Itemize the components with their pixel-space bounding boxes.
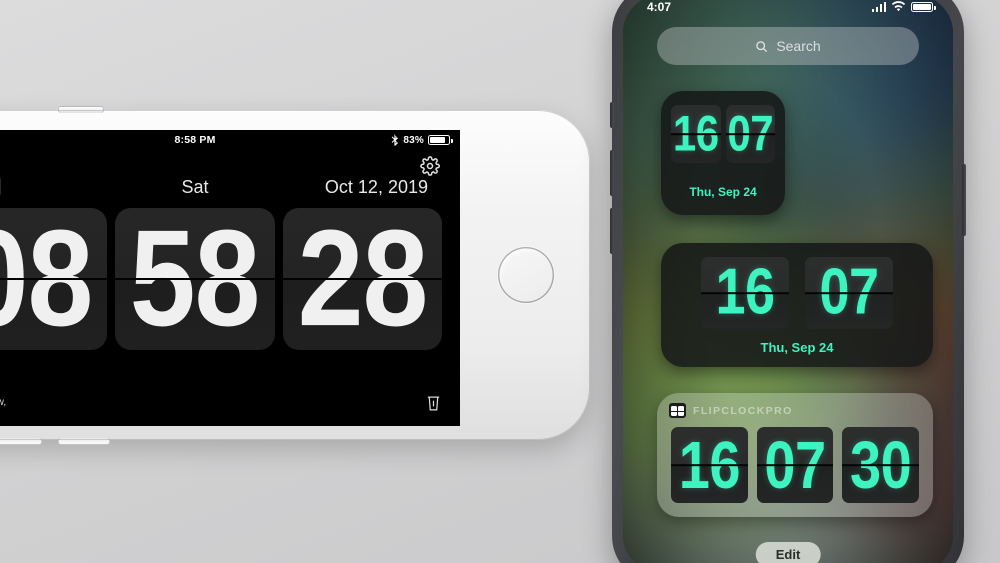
tile-hinge-line [0, 278, 108, 280]
mute-switch[interactable] [610, 102, 614, 128]
home-button[interactable] [498, 247, 554, 303]
flip-clock-app-screen: 8:58 PM 83% PM Sat Oct 12, 2019 [0, 130, 460, 426]
speaker-slot [58, 106, 104, 113]
search-input[interactable]: Search [657, 27, 919, 65]
medium-widget-date: Thu, Sep 24 [760, 340, 834, 355]
app-bottom-bar: Tomorrow, 8:30 AM [0, 384, 460, 426]
search-icon [756, 40, 768, 52]
small-widget-date: Thu, Sep 24 [689, 185, 757, 199]
tile-hinge-line [842, 464, 920, 466]
device-bottom-slot-3 [58, 438, 110, 445]
widget-small-flipclock[interactable]: 16 07 Thu, Sep 24 [661, 91, 785, 215]
large-widget-header: 00 FLIPCLOCKPRO [669, 403, 793, 418]
battery-full-icon [911, 1, 936, 12]
status-bar-right [871, 1, 936, 12]
tile-hinge-line [671, 133, 721, 135]
trash-icon [427, 396, 440, 411]
bluetooth-icon [392, 134, 399, 146]
widget-large-flipclock[interactable]: 00 FLIPCLOCKPRO 16 07 30 [657, 393, 933, 517]
flip-tile-hours[interactable]: 08 [0, 208, 108, 350]
wifi-icon [891, 1, 906, 12]
edit-button[interactable]: Edit [755, 542, 821, 563]
alarm-line-2: 8:30 AM [0, 409, 6, 421]
tile-hinge-line [671, 464, 748, 466]
flip-tile-minutes: 07 [805, 257, 893, 329]
tile-hinge-line [756, 464, 834, 466]
status-bar-time: 4:07 [647, 0, 672, 14]
search-placeholder: Search [776, 38, 821, 54]
gear-icon [420, 156, 440, 176]
clock-label-row: PM Sat Oct 12, 2019 [0, 176, 460, 202]
small-widget-clock: 16 07 [671, 105, 775, 163]
delete-alarm-button[interactable] [425, 394, 442, 418]
flip-tile-seconds: 30 [842, 427, 920, 503]
flip-tile-minutes: 07 [725, 105, 775, 163]
tile-hinge-line [805, 292, 893, 294]
flip-tile-hours: 16 [671, 427, 748, 503]
large-widget-clock: 16 07 30 [671, 427, 920, 503]
date-label: Oct 12, 2019 [324, 177, 428, 197]
flipclockpro-app-icon: 00 [669, 403, 686, 418]
cellular-signal-icon [871, 1, 886, 12]
flip-tile-minutes: 07 [756, 427, 834, 503]
battery-percent-label: 83% [403, 134, 424, 146]
medium-widget-clock: 16 07 [701, 257, 893, 329]
home-screen: 4:07 Search 16 07 Thu, Sep 24 16 07 Thu,… [623, 0, 953, 563]
tile-hinge-line [701, 292, 789, 294]
volume-down-button[interactable] [610, 208, 614, 254]
flip-tile-seconds[interactable]: 28 [282, 208, 442, 350]
flip-tile-hours: 16 [701, 257, 789, 329]
tile-hinge-line [282, 278, 442, 280]
tile-hinge-line [725, 133, 775, 135]
app-name-label: FLIPCLOCKPRO [693, 404, 793, 417]
iphone-status-bar: 4:07 [623, 0, 953, 21]
dark-iphone-device: 4:07 Search 16 07 Thu, Sep 24 16 07 Thu,… [610, 0, 966, 563]
ios-status-bar: 8:58 PM 83% [0, 130, 460, 150]
widget-medium-flipclock[interactable]: 16 07 Thu, Sep 24 [661, 243, 933, 367]
flip-tile-minutes[interactable]: 58 [115, 208, 275, 350]
device-bottom-slot-2 [0, 438, 42, 445]
volume-up-button[interactable] [610, 150, 614, 196]
battery-icon [428, 135, 453, 145]
alarm-line-1: Tomorrow, [0, 397, 7, 408]
tile-hinge-line [115, 278, 275, 280]
flip-clock-display[interactable]: 08 58 28 [0, 208, 442, 350]
alarm-indicator[interactable]: Tomorrow, 8:30 AM [0, 397, 6, 420]
flip-tile-hours: 16 [671, 105, 721, 163]
white-iphone-device: 8:58 PM 83% PM Sat Oct 12, 2019 [0, 106, 590, 445]
status-bar-right: 83% [391, 134, 453, 146]
power-button[interactable] [962, 164, 966, 236]
